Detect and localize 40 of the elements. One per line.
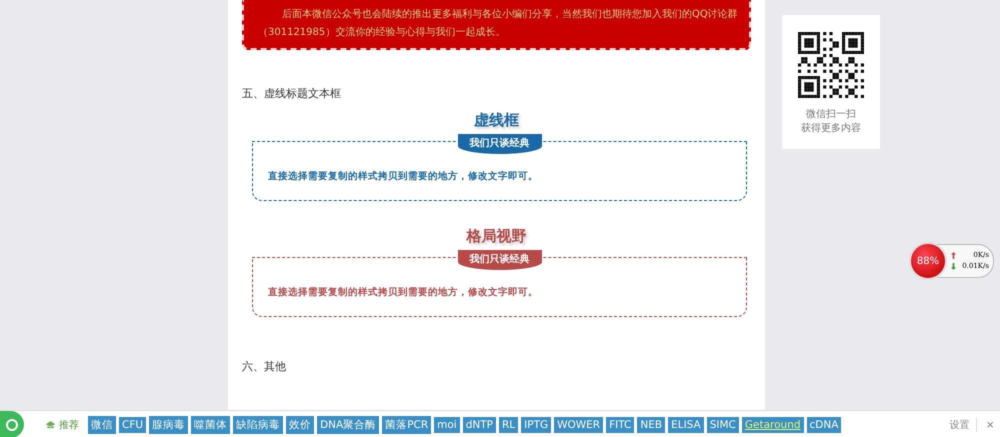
frame-badge: 我们只谈经典 (458, 250, 542, 270)
keyword-tag[interactable]: 微信 (88, 416, 116, 434)
close-button[interactable]: × (984, 417, 1000, 432)
keyword-tag[interactable]: dNTP (462, 416, 496, 432)
keyword-tag[interactable]: DNA聚合酶 (317, 416, 380, 434)
frame-badge: 我们只谈经典 (458, 134, 542, 154)
box-title: 格局视野 (465, 226, 528, 247)
keyword-tag[interactable]: IPTG (521, 416, 552, 432)
qr-caption: 获得更多内容 (801, 122, 861, 136)
keyword-tag[interactable]: Getaround (742, 416, 804, 432)
keyword-tag[interactable]: WOWER (554, 416, 604, 432)
hat-icon (45, 420, 56, 430)
keyword-tag[interactable]: NEB (637, 416, 666, 432)
keyword-tag[interactable]: 噬菌体 (191, 416, 230, 434)
box-title: 虚线框 (472, 110, 520, 131)
toggle-button[interactable] (0, 411, 24, 437)
keyword-tag[interactable]: FITC (606, 416, 634, 432)
keyword-tag[interactable]: 效价 (286, 416, 314, 434)
up-arrow-icon (951, 252, 956, 259)
section-heading: 六、其他 (242, 359, 287, 374)
keyword-tag[interactable]: cDNA (806, 416, 842, 432)
keyword-tag[interactable]: ELISA (668, 416, 704, 432)
keyword-tag[interactable]: 腺病毒 (149, 416, 188, 434)
keyword-tag[interactable]: 缺陷病毒 (233, 416, 284, 434)
keyword-tag[interactable]: CFU (119, 416, 146, 432)
keyword-tag[interactable]: 菌落PCR (382, 416, 432, 434)
ring-icon (6, 418, 18, 430)
keyword-tag[interactable]: moi (434, 416, 460, 432)
keyword-tag[interactable]: RL (499, 416, 518, 432)
section-heading: 五、虚线标题文本框 (242, 86, 342, 101)
notice-text: 后面本微信公众号也会陆续的推出更多福利与各位小编们分享，当然我们也期待您加入我们的QQ讨论群（301121985）交流你的经验与心得与我们一起成长。 (258, 8, 739, 40)
memory-ball[interactable]: 88% (909, 242, 947, 280)
down-arrow-icon (951, 263, 956, 270)
frame-text: 直接选择需要复制的样式拷贝到需要的地方，修改文字即可。 (268, 286, 538, 299)
keyword-tag[interactable]: SIMC (706, 416, 739, 432)
frame-text: 直接选择需要复制的样式拷贝到需要的地方，修改文字即可。 (268, 170, 538, 183)
qr-code-icon (798, 32, 864, 98)
settings-link[interactable]: 设置 (949, 418, 970, 432)
recommend-label: 推荐 (59, 418, 79, 432)
qr-caption: 微信扫一扫 (806, 108, 856, 122)
